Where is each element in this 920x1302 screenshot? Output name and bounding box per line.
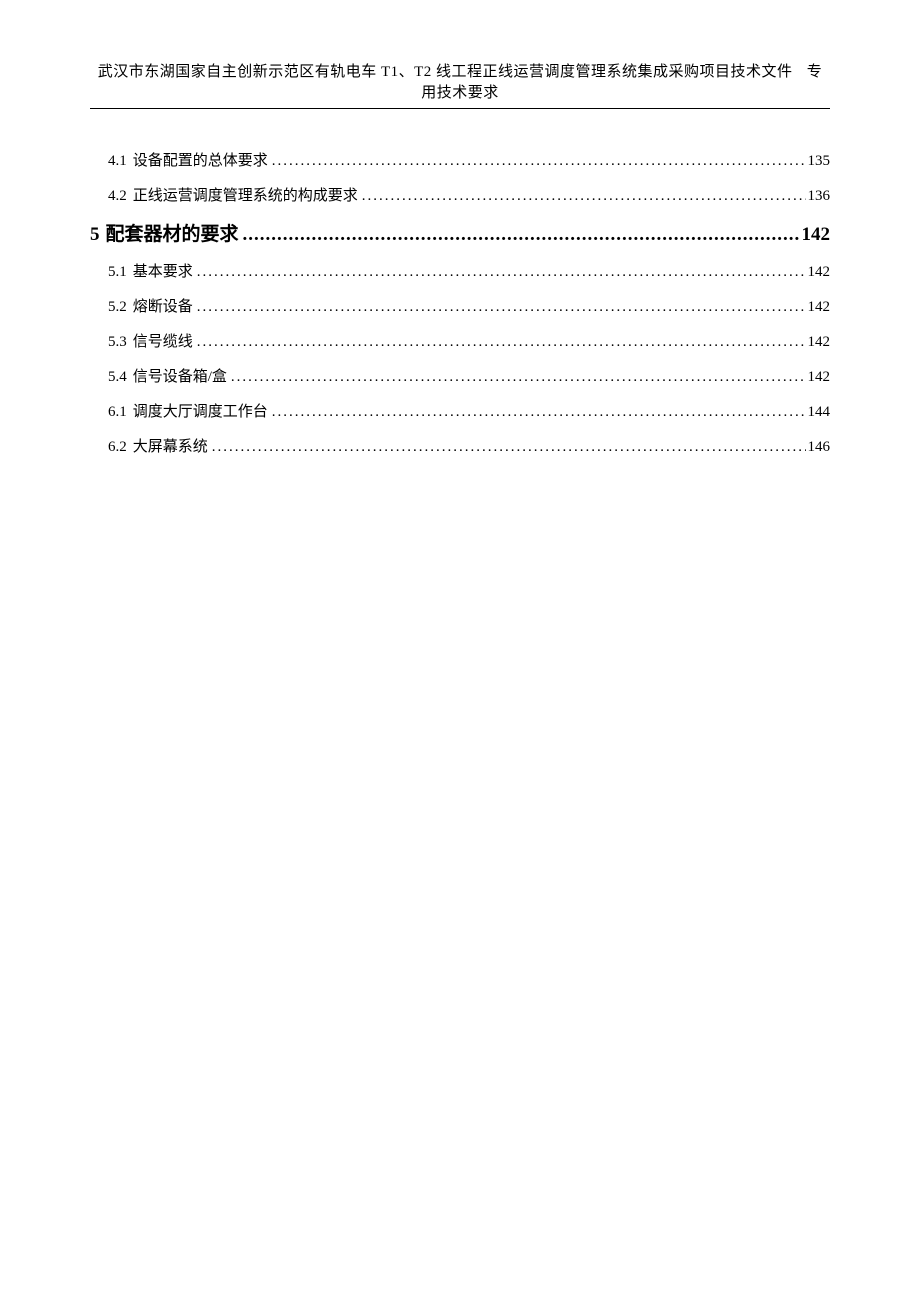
toc-leader-dots (197, 299, 806, 316)
toc-entry: 4.2 正线运营调度管理系统的构成要求 136 (90, 184, 830, 205)
toc-entry: 5.3 信号缆线 142 (90, 330, 830, 351)
table-of-contents: 4.1 设备配置的总体要求 135 4.2 正线运营调度管理系统的构成要求 13… (90, 149, 830, 456)
toc-entry: 6.1 调度大厅调度工作台 144 (90, 400, 830, 421)
toc-leader-dots (212, 439, 806, 456)
toc-page-number: 136 (808, 188, 831, 205)
toc-entry: 5.2 熔断设备 142 (90, 295, 830, 316)
toc-page-number: 142 (808, 334, 831, 351)
toc-title: 正线运营调度管理系统的构成要求 (133, 184, 358, 205)
toc-number: 5.4 (108, 369, 127, 386)
toc-number: 5.1 (108, 264, 127, 281)
toc-title: 大屏幕系统 (133, 435, 208, 456)
toc-number: 5 (90, 224, 100, 246)
toc-entry: 6.2 大屏幕系统 146 (90, 435, 830, 456)
toc-title: 调度大厅调度工作台 (133, 400, 268, 421)
toc-number: 4.2 (108, 188, 127, 205)
toc-entry: 5.1 基本要求 142 (90, 260, 830, 281)
toc-leader-dots (197, 334, 806, 351)
toc-page-number: 135 (808, 153, 831, 170)
toc-number: 4.1 (108, 153, 127, 170)
toc-page-number: 142 (808, 299, 831, 316)
toc-page-number: 142 (808, 264, 831, 281)
toc-leader-dots (272, 404, 806, 421)
page-header: 武汉市东湖国家自主创新示范区有轨电车 T1、T2 线工程正线运营调度管理系统集成… (90, 60, 830, 109)
toc-title: 熔断设备 (133, 295, 193, 316)
toc-page-number: 142 (808, 369, 831, 386)
toc-title: 设备配置的总体要求 (133, 149, 268, 170)
toc-leader-dots (231, 369, 806, 386)
toc-number: 6.2 (108, 439, 127, 456)
toc-leader-dots (362, 188, 806, 205)
toc-title: 基本要求 (133, 260, 193, 281)
toc-number: 5.2 (108, 299, 127, 316)
toc-title: 信号缆线 (133, 330, 193, 351)
toc-title: 信号设备箱/盒 (133, 365, 227, 386)
toc-page-number: 146 (808, 439, 831, 456)
toc-page-number: 142 (802, 224, 831, 246)
toc-entry: 5.4 信号设备箱/盒 142 (90, 365, 830, 386)
document-page: 武汉市东湖国家自主创新示范区有轨电车 T1、T2 线工程正线运营调度管理系统集成… (0, 0, 920, 530)
toc-entry-main: 5 配套器材的要求 142 (90, 219, 830, 246)
header-main-title: 武汉市东湖国家自主创新示范区有轨电车 T1、T2 线工程正线运营调度管理系统集成… (98, 64, 793, 80)
toc-leader-dots (272, 153, 806, 170)
toc-entry: 4.1 设备配置的总体要求 135 (90, 149, 830, 170)
toc-number: 6.1 (108, 404, 127, 421)
toc-number: 5.3 (108, 334, 127, 351)
toc-leader-dots (197, 264, 806, 281)
toc-title: 配套器材的要求 (106, 219, 239, 246)
toc-leader-dots (243, 224, 800, 246)
toc-page-number: 144 (808, 404, 831, 421)
